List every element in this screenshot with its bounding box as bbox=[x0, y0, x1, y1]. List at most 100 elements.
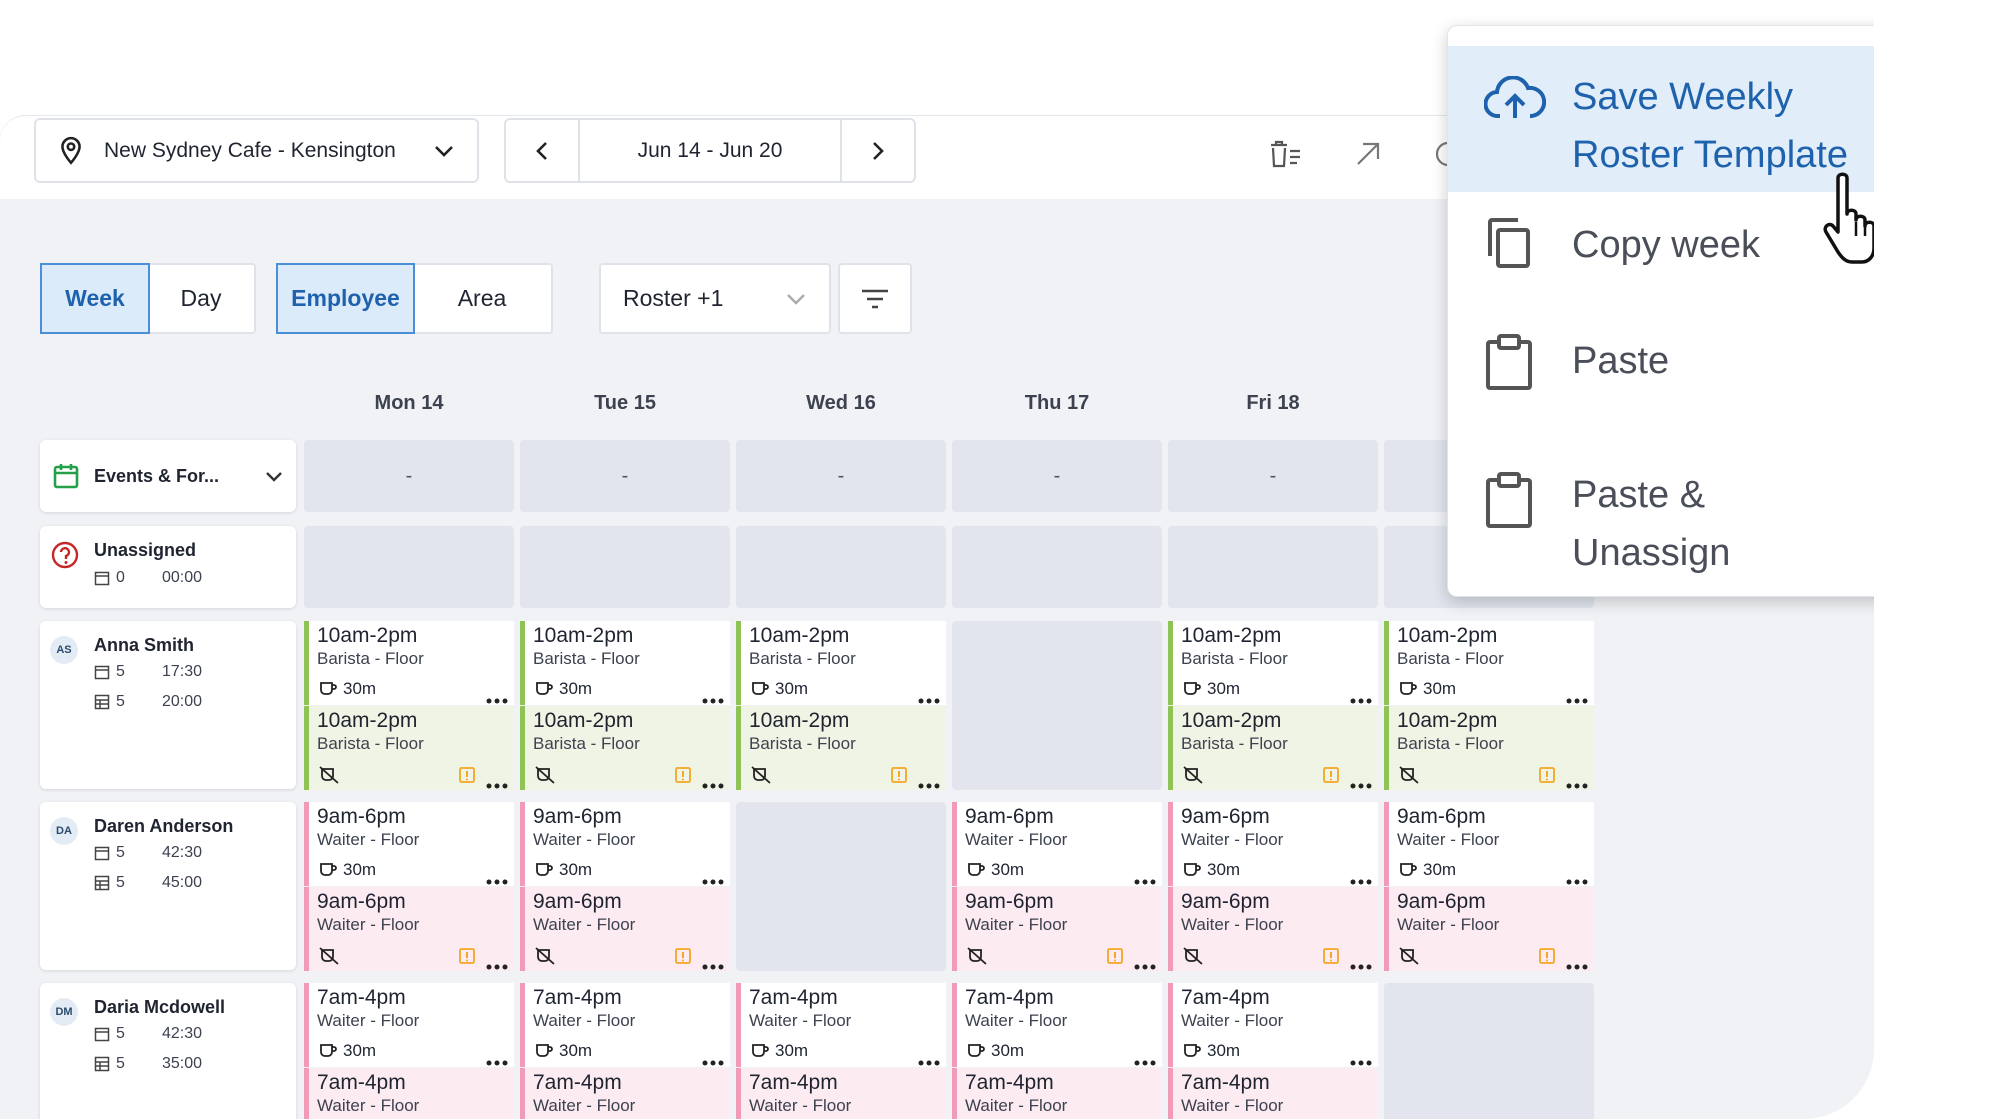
more-options-icon[interactable] bbox=[1134, 957, 1156, 970]
shift-card[interactable]: 7am-4pm Waiter - Floor 30m bbox=[520, 983, 730, 1067]
shift-card[interactable]: 9am-6pm Waiter - Floor 30m bbox=[952, 802, 1162, 886]
next-week-button[interactable] bbox=[842, 120, 914, 181]
more-options-icon[interactable] bbox=[918, 691, 940, 704]
shift-cell[interactable] bbox=[1384, 983, 1594, 1119]
save-roster-template-item[interactable]: Save Weekly Roster Template bbox=[1448, 46, 1874, 192]
more-options-icon[interactable] bbox=[486, 957, 508, 970]
more-options-icon[interactable] bbox=[702, 691, 724, 704]
shift-cell[interactable]: 10am-2pm Barista - Floor 30m 10am-2pm Barist… bbox=[736, 621, 946, 790]
more-options-icon[interactable] bbox=[918, 776, 940, 789]
more-options-icon[interactable] bbox=[1134, 1053, 1156, 1066]
shift-cell[interactable]: 10am-2pm Barista - Floor 30m 10am-2pm Barist… bbox=[304, 621, 514, 790]
more-options-icon[interactable] bbox=[486, 776, 508, 789]
event-cell[interactable]: - bbox=[952, 440, 1162, 512]
shift-card[interactable]: 9am-6pm Waiter - Floor bbox=[952, 887, 1162, 971]
more-options-icon[interactable] bbox=[1350, 957, 1372, 970]
shift-card[interactable]: 10am-2pm Barista - Floor bbox=[1168, 706, 1378, 790]
shift-card[interactable]: 7am-4pm Waiter - Floor 30m bbox=[304, 983, 514, 1067]
shift-cell[interactable] bbox=[736, 802, 946, 971]
shift-card[interactable]: 10am-2pm Barista - Floor bbox=[304, 706, 514, 790]
shift-cell[interactable]: 7am-4pm Waiter - Floor 30m 7am-4pm Waiter - … bbox=[736, 983, 946, 1119]
unassigned-cell[interactable] bbox=[520, 526, 730, 608]
more-options-icon[interactable] bbox=[1566, 691, 1588, 704]
employee-row-label[interactable]: DM Daria Mcdowell 5 42:30 5 35:00 bbox=[40, 983, 296, 1119]
roster-select[interactable]: Roster +1 bbox=[599, 263, 831, 334]
shift-card[interactable]: 7am-4pm Waiter - Floor bbox=[304, 1068, 514, 1119]
more-options-icon[interactable] bbox=[486, 1053, 508, 1066]
shift-cell[interactable]: 9am-6pm Waiter - Floor 30m 9am-6pm Waiter - … bbox=[520, 802, 730, 971]
event-cell[interactable]: - bbox=[304, 440, 514, 512]
more-options-icon[interactable] bbox=[486, 691, 508, 704]
unassigned-cell[interactable] bbox=[952, 526, 1162, 608]
more-options-icon[interactable] bbox=[1566, 776, 1588, 789]
filter-button[interactable] bbox=[838, 263, 912, 334]
unassigned-cell[interactable] bbox=[1168, 526, 1378, 608]
unassigned-cell[interactable] bbox=[736, 526, 946, 608]
employee-group-button[interactable]: Employee bbox=[276, 263, 415, 334]
event-cell[interactable]: - bbox=[1168, 440, 1378, 512]
prev-week-button[interactable] bbox=[506, 120, 578, 181]
paste-unassign-item[interactable]: Paste & Unassign bbox=[1448, 446, 1874, 586]
shift-card[interactable]: 7am-4pm Waiter - Floor bbox=[736, 1068, 946, 1119]
shift-card[interactable]: 7am-4pm Waiter - Floor 30m bbox=[952, 983, 1162, 1067]
shift-card[interactable]: 9am-6pm Waiter - Floor 30m bbox=[304, 802, 514, 886]
paste-item[interactable]: Paste bbox=[1448, 326, 1874, 436]
more-options-icon[interactable] bbox=[702, 957, 724, 970]
date-range[interactable]: Jun 14 - Jun 20 bbox=[578, 120, 842, 181]
shift-card[interactable]: 10am-2pm Barista - Floor 30m bbox=[1384, 621, 1594, 705]
shift-cell[interactable]: 7am-4pm Waiter - Floor 30m 7am-4pm Waiter - … bbox=[520, 983, 730, 1119]
shift-cell[interactable]: 9am-6pm Waiter - Floor 30m 9am-6pm Waiter - … bbox=[304, 802, 514, 971]
shift-card[interactable]: 9am-6pm Waiter - Floor bbox=[1168, 887, 1378, 971]
shift-cell[interactable] bbox=[952, 621, 1162, 790]
shift-card[interactable]: 9am-6pm Waiter - Floor bbox=[304, 887, 514, 971]
shift-card[interactable]: 7am-4pm Waiter - Floor bbox=[1168, 1068, 1378, 1119]
shift-cell[interactable]: 10am-2pm Barista - Floor 30m 10am-2pm Barist… bbox=[520, 621, 730, 790]
shift-cell[interactable]: 7am-4pm Waiter - Floor 30m 7am-4pm Waiter - … bbox=[952, 983, 1162, 1119]
unassigned-cell[interactable] bbox=[304, 526, 514, 608]
event-cell[interactable]: - bbox=[520, 440, 730, 512]
more-options-icon[interactable] bbox=[1350, 691, 1372, 704]
more-options-icon[interactable] bbox=[702, 776, 724, 789]
day-view-button[interactable]: Day bbox=[148, 265, 254, 332]
more-options-icon[interactable] bbox=[1134, 872, 1156, 885]
shift-card[interactable]: 10am-2pm Barista - Floor 30m bbox=[736, 621, 946, 705]
shift-card[interactable]: 10am-2pm Barista - Floor bbox=[736, 706, 946, 790]
shift-cell[interactable]: 10am-2pm Barista - Floor 30m 10am-2pm Barist… bbox=[1384, 621, 1594, 790]
shift-card[interactable]: 10am-2pm Barista - Floor 30m bbox=[520, 621, 730, 705]
more-options-icon[interactable] bbox=[1350, 1053, 1372, 1066]
shift-card[interactable]: 7am-4pm Waiter - Floor 30m bbox=[736, 983, 946, 1067]
shift-card[interactable]: 10am-2pm Barista - Floor 30m bbox=[1168, 621, 1378, 705]
week-view-button[interactable]: Week bbox=[40, 263, 150, 334]
shift-cell[interactable]: 9am-6pm Waiter - Floor 30m 9am-6pm Waiter - … bbox=[1168, 802, 1378, 971]
shift-card[interactable]: 9am-6pm Waiter - Floor bbox=[1384, 887, 1594, 971]
shift-cell[interactable]: 7am-4pm Waiter - Floor 30m 7am-4pm Waiter - … bbox=[1168, 983, 1378, 1119]
location-select[interactable]: New Sydney Cafe - Kensington bbox=[34, 118, 479, 183]
more-options-icon[interactable] bbox=[1566, 957, 1588, 970]
more-options-icon[interactable] bbox=[1350, 872, 1372, 885]
events-row-label[interactable]: Events & For... bbox=[40, 440, 296, 512]
shift-card[interactable]: 10am-2pm Barista - Floor 30m bbox=[304, 621, 514, 705]
more-options-icon[interactable] bbox=[702, 1053, 724, 1066]
shift-card[interactable]: 7am-4pm Waiter - Floor bbox=[520, 1068, 730, 1119]
area-group-button[interactable]: Area bbox=[413, 265, 551, 332]
copy-week-item[interactable]: Copy week bbox=[1448, 206, 1874, 316]
employee-row-label[interactable]: AS Anna Smith 5 17:30 5 20:00 bbox=[40, 621, 296, 789]
more-options-icon[interactable] bbox=[702, 872, 724, 885]
shift-cell[interactable]: 9am-6pm Waiter - Floor 30m 9am-6pm Waiter - … bbox=[952, 802, 1162, 971]
shift-card[interactable]: 9am-6pm Waiter - Floor 30m bbox=[520, 802, 730, 886]
shift-card[interactable]: 7am-4pm Waiter - Floor 30m bbox=[1168, 983, 1378, 1067]
delete-shifts-button[interactable] bbox=[1265, 134, 1305, 174]
shift-cell[interactable]: 7am-4pm Waiter - Floor 30m 7am-4pm Waiter - … bbox=[304, 983, 514, 1119]
more-options-icon[interactable] bbox=[486, 872, 508, 885]
shift-card[interactable]: 10am-2pm Barista - Floor bbox=[520, 706, 730, 790]
shift-cell[interactable]: 10am-2pm Barista - Floor 30m 10am-2pm Barist… bbox=[1168, 621, 1378, 790]
shift-card[interactable]: 9am-6pm Waiter - Floor 30m bbox=[1384, 802, 1594, 886]
more-options-icon[interactable] bbox=[1350, 776, 1372, 789]
more-options-icon[interactable] bbox=[918, 1053, 940, 1066]
employee-row-label[interactable]: DA Daren Anderson 5 42:30 5 45:00 bbox=[40, 802, 296, 970]
publish-button[interactable] bbox=[1348, 134, 1388, 174]
shift-card[interactable]: 9am-6pm Waiter - Floor 30m bbox=[1168, 802, 1378, 886]
shift-card[interactable]: 9am-6pm Waiter - Floor bbox=[520, 887, 730, 971]
shift-cell[interactable]: 9am-6pm Waiter - Floor 30m 9am-6pm Waiter - … bbox=[1384, 802, 1594, 971]
more-options-icon[interactable] bbox=[1566, 872, 1588, 885]
